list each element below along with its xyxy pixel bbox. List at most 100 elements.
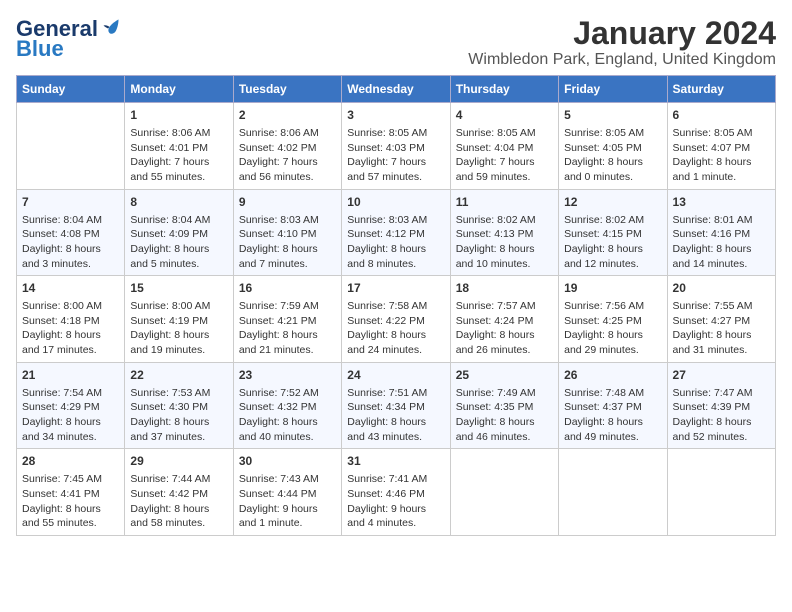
day-number: 22: [130, 367, 227, 384]
col-tuesday: Tuesday: [233, 76, 341, 103]
table-row: 29Sunrise: 7:44 AMSunset: 4:42 PMDayligh…: [125, 449, 233, 536]
day-number: 13: [673, 194, 770, 211]
day-info: Sunrise: 7:59 AMSunset: 4:21 PMDaylight:…: [239, 299, 336, 358]
header: General Blue January 2024 Wimbledon Park…: [16, 16, 776, 69]
day-info: Sunrise: 8:02 AMSunset: 4:15 PMDaylight:…: [564, 213, 661, 272]
table-row: 22Sunrise: 7:53 AMSunset: 4:30 PMDayligh…: [125, 362, 233, 449]
table-row: 7Sunrise: 8:04 AMSunset: 4:08 PMDaylight…: [17, 189, 125, 276]
table-row: 9 Sunrise: 8:03 AMSunset: 4:10 PMDaylight…: [233, 189, 341, 276]
day-number: 9: [239, 194, 336, 211]
day-number: 2: [239, 107, 336, 124]
day-number: 4: [456, 107, 553, 124]
day-info: Sunrise: 8:03 AMSunset: 4:10 PMDaylight:…: [239, 213, 336, 272]
day-info: Sunrise: 8:05 AMSunset: 4:04 PMDaylight:…: [456, 126, 553, 185]
calendar-week-row: 1 Sunrise: 8:06 AMSunset: 4:01 PMDaylight…: [17, 103, 776, 190]
table-row: 16 Sunrise: 7:59 AMSunset: 4:21 PMDayligh…: [233, 276, 341, 363]
day-number: 15: [130, 280, 227, 297]
table-row: 27Sunrise: 7:47 AMSunset: 4:39 PMDayligh…: [667, 362, 775, 449]
table-row: 24Sunrise: 7:51 AMSunset: 4:34 PMDayligh…: [342, 362, 450, 449]
day-info: Sunrise: 7:48 AMSunset: 4:37 PMDaylight:…: [564, 386, 661, 445]
table-row: [17, 103, 125, 190]
day-info: Sunrise: 8:01 AMSunset: 4:16 PMDaylight:…: [673, 213, 770, 272]
day-info: Sunrise: 7:45 AMSunset: 4:41 PMDaylight:…: [22, 472, 119, 531]
day-info: Sunrise: 7:52 AMSunset: 4:32 PMDaylight:…: [239, 386, 336, 445]
table-row: 31 Sunrise: 7:41 AMSunset: 4:46 PMDayligh…: [342, 449, 450, 536]
day-number: 5: [564, 107, 661, 124]
day-number: 14: [22, 280, 119, 297]
calendar-table: Sunday Monday Tuesday Wednesday Thursday…: [16, 75, 776, 536]
day-number: 6: [673, 107, 770, 124]
table-row: 28 Sunrise: 7:45 AMSunset: 4:41 PMDayligh…: [17, 449, 125, 536]
calendar-title: January 2024: [468, 16, 776, 51]
day-info: Sunrise: 8:05 AMSunset: 4:03 PMDaylight:…: [347, 126, 444, 185]
day-info: Sunrise: 8:06 AMSunset: 4:02 PMDaylight:…: [239, 126, 336, 185]
table-row: 5 Sunrise: 8:05 AMSunset: 4:05 PMDaylight…: [559, 103, 667, 190]
day-info: Sunrise: 7:44 AMSunset: 4:42 PMDaylight:…: [130, 472, 227, 531]
col-sunday: Sunday: [17, 76, 125, 103]
day-number: 21: [22, 367, 119, 384]
day-info: Sunrise: 7:56 AMSunset: 4:25 PMDaylight:…: [564, 299, 661, 358]
calendar-week-row: 21 Sunrise: 7:54 AMSunset: 4:29 PMDayligh…: [17, 362, 776, 449]
day-info: Sunrise: 7:49 AMSunset: 4:35 PMDaylight:…: [456, 386, 553, 445]
table-row: 25 Sunrise: 7:49 AMSunset: 4:35 PMDayligh…: [450, 362, 558, 449]
day-number: 23: [239, 367, 336, 384]
col-monday: Monday: [125, 76, 233, 103]
table-row: 14 Sunrise: 8:00 AMSunset: 4:18 PMDayligh…: [17, 276, 125, 363]
calendar-week-row: 14 Sunrise: 8:00 AMSunset: 4:18 PMDayligh…: [17, 276, 776, 363]
calendar-week-row: 7Sunrise: 8:04 AMSunset: 4:08 PMDaylight…: [17, 189, 776, 276]
day-info: Sunrise: 7:54 AMSunset: 4:29 PMDaylight:…: [22, 386, 119, 445]
day-number: 30: [239, 453, 336, 470]
table-row: 30Sunrise: 7:43 AMSunset: 4:44 PMDayligh…: [233, 449, 341, 536]
table-row: 10Sunrise: 8:03 AMSunset: 4:12 PMDayligh…: [342, 189, 450, 276]
calendar-week-row: 28 Sunrise: 7:45 AMSunset: 4:41 PMDayligh…: [17, 449, 776, 536]
day-number: 12: [564, 194, 661, 211]
day-number: 28: [22, 453, 119, 470]
day-info: Sunrise: 7:57 AMSunset: 4:24 PMDaylight:…: [456, 299, 553, 358]
day-number: 16: [239, 280, 336, 297]
table-row: 13 Sunrise: 8:01 AMSunset: 4:16 PMDayligh…: [667, 189, 775, 276]
day-number: 7: [22, 194, 119, 211]
day-number: 25: [456, 367, 553, 384]
day-info: Sunrise: 7:41 AMSunset: 4:46 PMDaylight:…: [347, 472, 444, 531]
table-row: 6 Sunrise: 8:05 AMSunset: 4:07 PMDaylight…: [667, 103, 775, 190]
table-row: 26Sunrise: 7:48 AMSunset: 4:37 PMDayligh…: [559, 362, 667, 449]
table-row: 19 Sunrise: 7:56 AMSunset: 4:25 PMDayligh…: [559, 276, 667, 363]
table-row: 8Sunrise: 8:04 AMSunset: 4:09 PMDaylight…: [125, 189, 233, 276]
day-number: 19: [564, 280, 661, 297]
day-info: Sunrise: 7:47 AMSunset: 4:39 PMDaylight:…: [673, 386, 770, 445]
day-number: 1: [130, 107, 227, 124]
col-wednesday: Wednesday: [342, 76, 450, 103]
day-number: 31: [347, 453, 444, 470]
table-row: 23 Sunrise: 7:52 AMSunset: 4:32 PMDayligh…: [233, 362, 341, 449]
table-row: 1 Sunrise: 8:06 AMSunset: 4:01 PMDaylight…: [125, 103, 233, 190]
day-info: Sunrise: 7:55 AMSunset: 4:27 PMDaylight:…: [673, 299, 770, 358]
col-friday: Friday: [559, 76, 667, 103]
logo-blue: Blue: [16, 36, 64, 62]
table-row: 3 Sunrise: 8:05 AMSunset: 4:03 PMDaylight…: [342, 103, 450, 190]
day-number: 24: [347, 367, 444, 384]
day-info: Sunrise: 8:06 AMSunset: 4:01 PMDaylight:…: [130, 126, 227, 185]
day-number: 18: [456, 280, 553, 297]
day-info: Sunrise: 8:05 AMSunset: 4:07 PMDaylight:…: [673, 126, 770, 185]
day-info: Sunrise: 8:05 AMSunset: 4:05 PMDaylight:…: [564, 126, 661, 185]
table-row: [667, 449, 775, 536]
day-info: Sunrise: 8:02 AMSunset: 4:13 PMDaylight:…: [456, 213, 553, 272]
day-info: Sunrise: 7:58 AMSunset: 4:22 PMDaylight:…: [347, 299, 444, 358]
logo-bird-icon: [102, 18, 120, 36]
day-info: Sunrise: 8:00 AMSunset: 4:19 PMDaylight:…: [130, 299, 227, 358]
day-info: Sunrise: 8:00 AMSunset: 4:18 PMDaylight:…: [22, 299, 119, 358]
day-number: 11: [456, 194, 553, 211]
table-row: 12 Sunrise: 8:02 AMSunset: 4:15 PMDayligh…: [559, 189, 667, 276]
day-info: Sunrise: 8:04 AMSunset: 4:09 PMDaylight:…: [130, 213, 227, 272]
table-row: 11 Sunrise: 8:02 AMSunset: 4:13 PMDayligh…: [450, 189, 558, 276]
col-thursday: Thursday: [450, 76, 558, 103]
table-row: 17Sunrise: 7:58 AMSunset: 4:22 PMDayligh…: [342, 276, 450, 363]
calendar-header-row: Sunday Monday Tuesday Wednesday Thursday…: [17, 76, 776, 103]
calendar-subtitle: Wimbledon Park, England, United Kingdom: [468, 51, 776, 69]
logo: General Blue: [16, 16, 120, 62]
col-saturday: Saturday: [667, 76, 775, 103]
table-row: 18 Sunrise: 7:57 AMSunset: 4:24 PMDayligh…: [450, 276, 558, 363]
table-row: 20Sunrise: 7:55 AMSunset: 4:27 PMDayligh…: [667, 276, 775, 363]
day-number: 3: [347, 107, 444, 124]
table-row: 4 Sunrise: 8:05 AMSunset: 4:04 PMDaylight…: [450, 103, 558, 190]
